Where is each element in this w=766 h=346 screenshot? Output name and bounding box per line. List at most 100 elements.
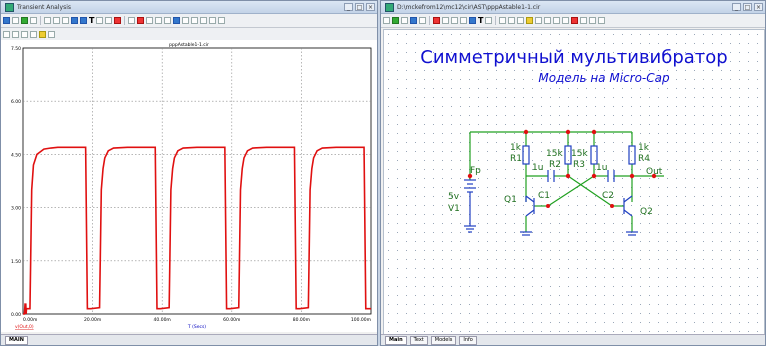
node-numbers-icon[interactable] [535,17,543,24]
label-fp: Fp [470,166,481,176]
grid-icon[interactable] [71,17,78,24]
text-icon[interactable]: T [478,17,483,25]
pin-icon[interactable] [526,17,534,24]
plot-icon[interactable] [80,17,87,24]
copy-icon[interactable] [12,31,19,38]
label-q2: Q2 [640,207,653,217]
tag-icon[interactable] [200,17,208,24]
maximize-button[interactable]: □ [743,3,752,11]
minimize-button[interactable]: _ [732,3,741,11]
label-r3: R3 [573,160,585,170]
x-tick-label: 60.00m [223,317,240,323]
x-tick-label: 20.00m [84,317,101,323]
voltage-icon[interactable] [544,17,552,24]
tab-models[interactable]: Models [430,335,457,345]
pan-icon[interactable] [62,17,69,24]
run-icon[interactable] [21,17,28,24]
resistor-icon[interactable] [433,17,440,24]
line-tool-icon[interactable] [128,17,136,24]
zoom-out-icon[interactable] [589,17,597,24]
right-tab-bar: Main Text Models Info [381,334,765,345]
node-dot [565,173,571,179]
q1-collector[interactable] [525,195,535,203]
cursor-icon[interactable] [44,17,51,24]
text-tool-icon[interactable]: T [89,17,94,25]
left-window-title: Transient Analysis [17,3,71,11]
probe-icon[interactable] [571,17,579,24]
q2-collector[interactable] [623,195,633,203]
inductor-icon[interactable] [451,17,458,24]
maximize-button[interactable]: □ [355,3,364,11]
paste-icon[interactable] [21,31,28,38]
measure-icon[interactable] [48,31,55,38]
x-tick-label: 40.00m [154,317,171,323]
schematic-subheading: Модель на Micro-Cap [538,71,670,85]
arrow-icon[interactable] [96,17,104,24]
flip-icon[interactable] [517,17,525,24]
tab-info[interactable]: Info [459,335,477,345]
label-r3-value: 15k [571,149,588,159]
label-c2-value: 1u [596,163,607,173]
label-c1-value: 1u [532,163,543,173]
schematic-window: D:\mckefrom12\mc12\cir\AST\pppAstable1-1… [380,0,766,346]
transient-plot[interactable]: 7.506.004.503.001.500.000.00m 20.00m 40.00… [1,40,377,332]
right-toolbar: T [381,14,765,28]
current-icon[interactable] [553,17,561,24]
node-dot [629,173,635,179]
low-icon[interactable] [164,17,172,24]
r1-body[interactable] [522,145,530,165]
point-icon[interactable] [191,17,199,24]
x-axis-label: T (Secs) [187,324,206,330]
x-tick-label: 0.00m [23,317,37,323]
label-r1: R1 [510,154,522,164]
save-icon[interactable] [3,17,10,24]
zoom-in-icon[interactable] [580,17,588,24]
scale-icon[interactable] [30,17,37,24]
undo-icon[interactable] [30,31,37,38]
tab-main[interactable]: MAIN [5,335,28,345]
wire-icon[interactable] [401,17,408,24]
fit-icon[interactable] [598,17,606,24]
q1-emitter[interactable] [525,209,535,217]
label-v1-value: 5v [448,192,460,202]
close-button[interactable]: × [754,3,763,11]
diode-icon[interactable] [460,17,467,24]
r4-body[interactable] [628,145,636,165]
select-icon[interactable] [383,17,390,24]
mirror-icon[interactable] [508,17,516,24]
step-icon[interactable] [105,17,113,24]
r3-body[interactable] [590,145,598,165]
high-icon[interactable] [155,17,163,24]
slope-icon[interactable] [173,17,181,24]
label-q1: Q1 [504,195,517,205]
q2-emitter[interactable] [623,209,633,217]
flag-icon[interactable] [485,17,493,24]
y-tick-label: 6.00 [11,99,21,105]
open-icon[interactable] [12,17,19,24]
app-icon [5,2,14,12]
power-icon[interactable] [562,17,570,24]
bus-icon[interactable] [410,17,417,24]
transistor-icon[interactable] [469,17,476,24]
inflection-icon[interactable] [182,17,190,24]
zoom-icon[interactable] [53,17,60,24]
rotate-icon[interactable] [499,17,507,24]
left-title-bar[interactable]: Transient Analysis _ □ × [1,1,377,14]
stop-icon[interactable] [114,17,122,24]
tab-text[interactable]: Text [409,335,428,345]
capacitor-icon[interactable] [442,17,449,24]
close-button[interactable]: × [366,3,375,11]
plot-title: pppAstable1-1.cir [169,43,209,48]
right-title-bar[interactable]: D:\mckefrom12\mc12\cir\AST\pppAstable1-1… [381,1,765,14]
bold-icon[interactable] [218,17,226,24]
minimize-button[interactable]: _ [344,3,353,11]
tab-main[interactable]: Main [385,335,407,345]
peak-icon[interactable] [137,17,145,24]
component-icon[interactable] [392,17,399,24]
valley-icon[interactable] [146,17,154,24]
page-icon[interactable] [3,31,10,38]
ground-icon[interactable] [419,17,426,24]
font-icon[interactable] [209,17,217,24]
label-icon[interactable] [39,31,46,38]
x-tick-label: 80.00m [293,317,310,323]
